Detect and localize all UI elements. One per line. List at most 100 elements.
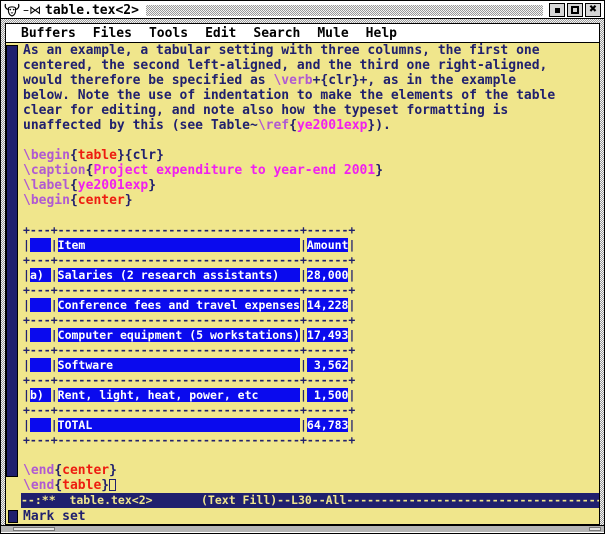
text-segment: { bbox=[54, 463, 62, 478]
text-segment: { bbox=[70, 178, 78, 193]
text-segment: | bbox=[300, 238, 307, 252]
vertical-scrollbar-thumb[interactable] bbox=[6, 45, 18, 477]
text-segment: | bbox=[348, 328, 355, 342]
text-segment: ye2001exp bbox=[297, 118, 367, 133]
text-segment: would therefore be specified as bbox=[23, 73, 273, 88]
menu-item-buffers[interactable]: Buffers bbox=[21, 26, 76, 41]
window-title: table.tex<2> bbox=[44, 3, 143, 18]
table-cell: TOTAL bbox=[58, 418, 300, 432]
text-segment: | bbox=[51, 388, 58, 402]
text-segment: | bbox=[348, 388, 355, 402]
titlebar-buttons: ✖ bbox=[549, 3, 601, 17]
text-segment: +---+-----------------------------------… bbox=[23, 343, 355, 357]
editor-line: +---+-----------------------------------… bbox=[23, 313, 599, 328]
emacs-window: –⋈ table.tex<2> ✖ Buffers Files Tools Edit S… bbox=[0, 0, 605, 534]
editor-line: \caption{Project expenditure to year-end… bbox=[23, 163, 599, 178]
menu-item-edit[interactable]: Edit bbox=[205, 26, 236, 41]
horizontal-scrollbar-corner bbox=[589, 527, 601, 531]
minimize-button[interactable] bbox=[549, 3, 565, 17]
editor-line: \begin{center} bbox=[23, 193, 599, 208]
table-cell bbox=[30, 358, 51, 372]
titlebar[interactable]: –⋈ table.tex<2> ✖ bbox=[1, 1, 604, 18]
editor-body: As an example, a tabular setting with th… bbox=[6, 43, 599, 508]
editor-line: +---+-----------------------------------… bbox=[23, 283, 599, 298]
gnu-icon bbox=[4, 3, 20, 18]
table-cell: Item bbox=[58, 238, 300, 252]
editor-line: \begin{table}{clr} bbox=[23, 148, 599, 163]
close-button[interactable]: ✖ bbox=[585, 3, 601, 17]
table-cell: 14,228 bbox=[307, 298, 349, 312]
modeline: --:** table.tex<2> (Text Fill)--L30--All… bbox=[21, 493, 599, 508]
menu-item-search[interactable]: Search bbox=[253, 26, 300, 41]
titlebar-grip[interactable] bbox=[146, 5, 543, 16]
editor-line: +---+-----------------------------------… bbox=[23, 223, 599, 238]
table-cell: Software bbox=[58, 358, 300, 372]
text-segment: +---+-----------------------------------… bbox=[23, 313, 355, 327]
editor-line: would therefore be specified as \verb+{c… bbox=[23, 73, 599, 88]
text-segment: | bbox=[348, 298, 355, 312]
editor-line: +---+-----------------------------------… bbox=[23, 433, 599, 448]
menu-item-mule[interactable]: Mule bbox=[317, 26, 348, 41]
editor-line: centered, the second left-aligned, and t… bbox=[23, 58, 599, 73]
text-segment: | bbox=[300, 328, 307, 342]
editor-line: +---+-----------------------------------… bbox=[23, 253, 599, 268]
frame-content: Buffers Files Tools Edit Search Mule Help As a… bbox=[5, 23, 600, 525]
table-cell: Computer equipment (5 workstations) bbox=[58, 328, 300, 342]
horizontal-scrollbar-thumb[interactable] bbox=[13, 527, 55, 531]
text-segment: | bbox=[300, 388, 307, 402]
editor-lines[interactable]: As an example, a tabular setting with th… bbox=[21, 43, 599, 493]
editor-line: +---+-----------------------------------… bbox=[23, 373, 599, 388]
text-segment: | bbox=[23, 388, 30, 402]
minibuffer-message: Mark set bbox=[18, 509, 86, 524]
text-segment: } bbox=[148, 178, 156, 193]
text-segment: +---+-----------------------------------… bbox=[23, 403, 355, 417]
text-segment: \label bbox=[23, 178, 70, 193]
text-segment: +---+-----------------------------------… bbox=[23, 373, 355, 387]
text-segment: | bbox=[300, 418, 307, 432]
text-segment: table bbox=[78, 148, 117, 163]
table-cell: 1,500 bbox=[307, 388, 349, 402]
text-segment: } bbox=[125, 193, 133, 208]
text-segment: centered, the second left-aligned, and t… bbox=[23, 58, 547, 73]
editor-line: | |Item |Amount| bbox=[23, 238, 599, 253]
text-segment: | bbox=[23, 328, 30, 342]
editor-line: \end{table} bbox=[23, 478, 599, 493]
text-segment: | bbox=[51, 418, 58, 432]
text-segment: | bbox=[23, 418, 30, 432]
table-cell: Rent, light, heat, power, etc bbox=[58, 388, 300, 402]
minibuffer[interactable]: Mark set bbox=[6, 508, 599, 524]
text-segment: ye2001exp bbox=[78, 178, 148, 193]
text-segment: center bbox=[62, 463, 109, 478]
text-segment: | bbox=[51, 238, 58, 252]
editor-line: \end{center} bbox=[23, 463, 599, 478]
text-segment: below. Note the use of indentation to ma… bbox=[23, 88, 555, 103]
text-segment: center bbox=[78, 193, 125, 208]
editor-line bbox=[23, 133, 599, 148]
menu-item-tools[interactable]: Tools bbox=[149, 26, 188, 41]
text-segment: | bbox=[348, 238, 355, 252]
text-segment: | bbox=[300, 268, 307, 282]
editor-line: +---+-----------------------------------… bbox=[23, 403, 599, 418]
text-segment: +{clr}+, as in the example bbox=[313, 73, 517, 88]
editor-column: As an example, a tabular setting with th… bbox=[21, 43, 599, 508]
horizontal-scrollbar[interactable] bbox=[1, 525, 604, 532]
vertical-scrollbar[interactable] bbox=[6, 43, 21, 508]
text-segment: | bbox=[23, 268, 30, 282]
table-cell: a) bbox=[30, 268, 51, 282]
text-cursor bbox=[109, 479, 116, 491]
modeline-text: --:** table.tex<2> (Text Fill)--L30--All… bbox=[21, 493, 599, 507]
editor-line: | |Conference fees and travel expenses|1… bbox=[23, 298, 599, 313]
text-segment: +---+-----------------------------------… bbox=[23, 433, 355, 447]
text-segment: | bbox=[51, 328, 58, 342]
editor-line: +---+-----------------------------------… bbox=[23, 343, 599, 358]
editor-line: | |Computer equipment (5 workstations)|1… bbox=[23, 328, 599, 343]
text-segment: { bbox=[54, 478, 62, 493]
menu-item-files[interactable]: Files bbox=[93, 26, 132, 41]
table-cell bbox=[30, 298, 51, 312]
maximize-button[interactable] bbox=[567, 3, 583, 17]
text-segment: unaffected by this (see Table~ bbox=[23, 118, 258, 133]
menu-item-help[interactable]: Help bbox=[366, 26, 397, 41]
text-segment: As an example, a tabular setting with th… bbox=[23, 43, 540, 58]
editor-line: | |TOTAL |64,783| bbox=[23, 418, 599, 433]
table-cell: Amount bbox=[307, 238, 349, 252]
